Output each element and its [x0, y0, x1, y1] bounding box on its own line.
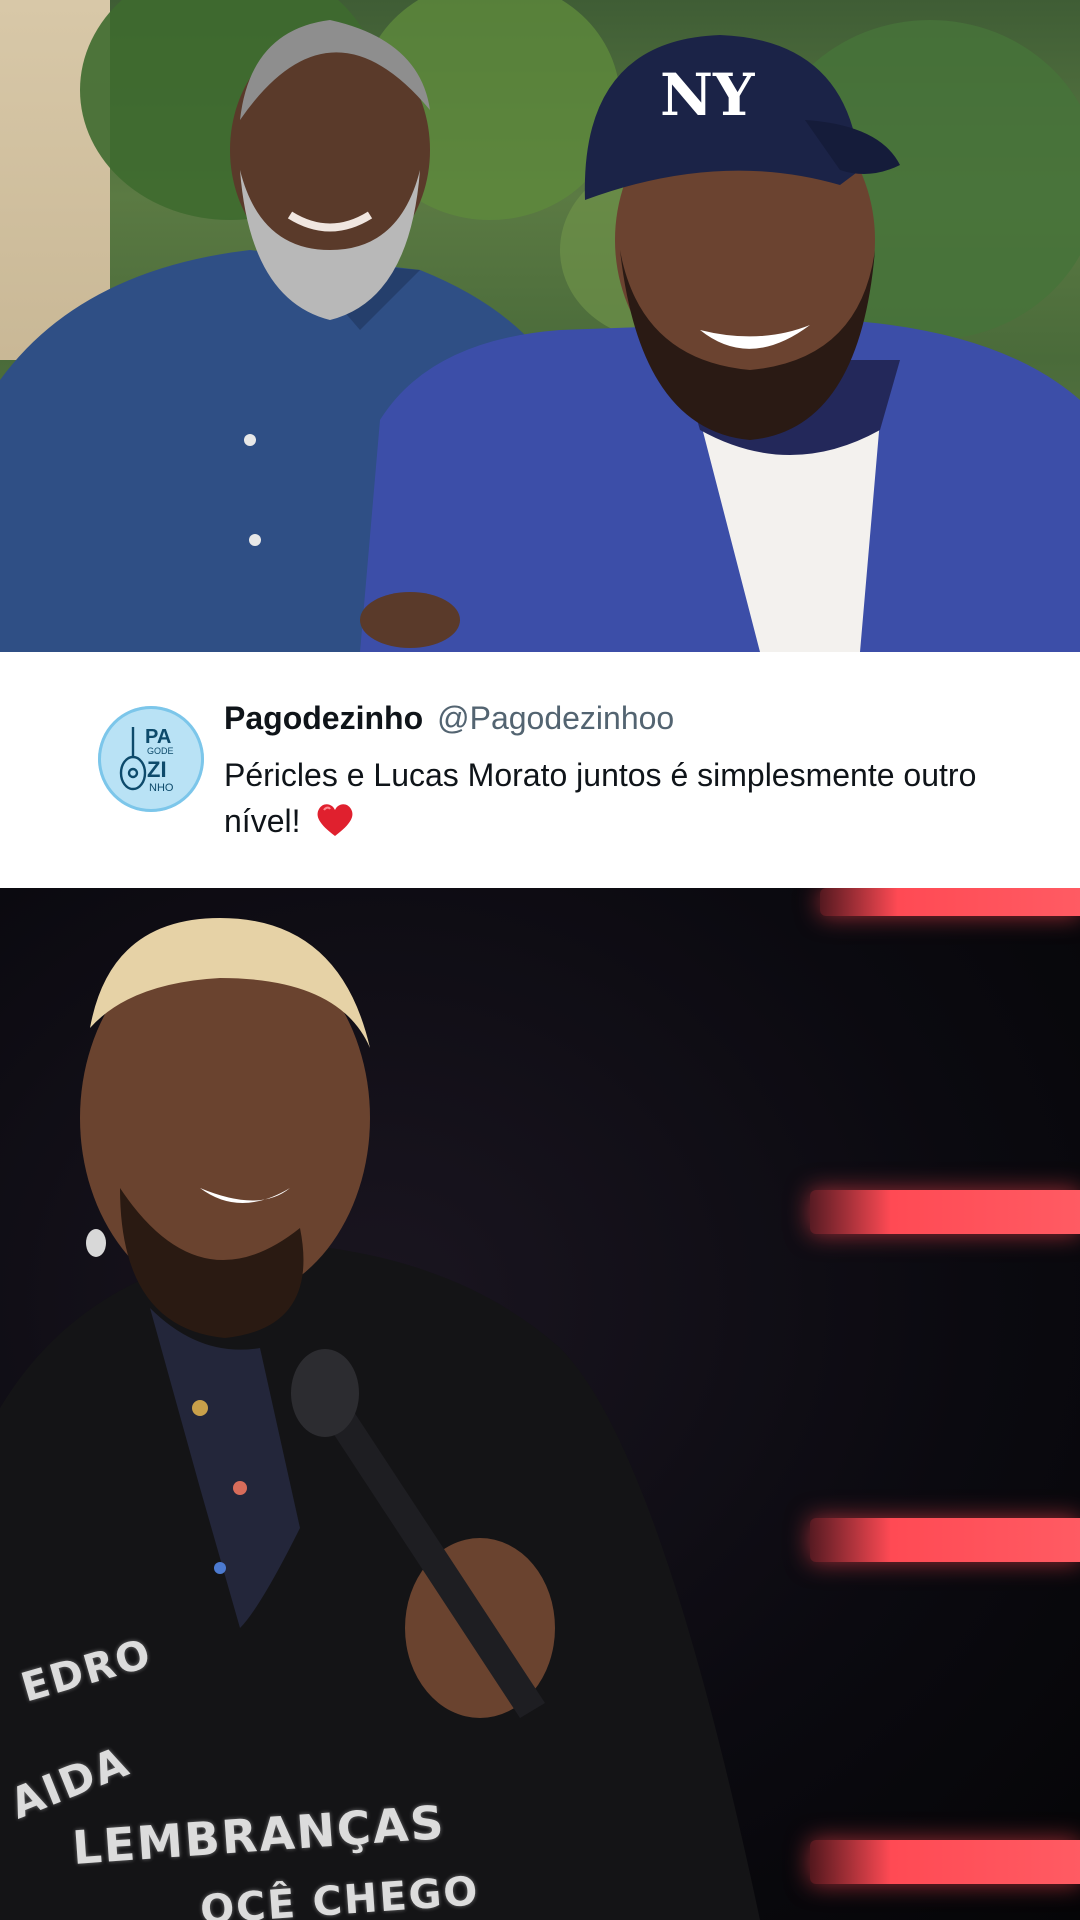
svg-text:GODE: GODE	[147, 746, 174, 756]
pagodezinho-logo-icon: PA GODE ZI NHO	[119, 726, 174, 794]
performer-illustration	[0, 918, 760, 1920]
bottom-photo: EDRO AIDA LEMBRANÇAS OCÊ CHEGO	[0, 888, 1080, 1920]
profile-avatar[interactable]: PA GODE ZI NHO	[98, 706, 204, 812]
user-handle[interactable]: @Pagodezinhoo	[437, 700, 674, 737]
tweet-header: Pagodezinho @Pagodezinhoo	[224, 700, 674, 746]
svg-text:NY: NY	[660, 61, 755, 129]
people-illustration: NY	[0, 20, 1080, 652]
svg-text:ZI: ZI	[147, 757, 167, 782]
display-name[interactable]: Pagodezinho	[224, 700, 423, 737]
svg-text:PA: PA	[145, 726, 171, 748]
red-heart-icon	[315, 802, 355, 850]
top-photo: NY	[0, 0, 1080, 652]
tweet-body: Péricles e Lucas Morato juntos é simples…	[224, 752, 1044, 850]
svg-text:NHO: NHO	[149, 782, 174, 794]
